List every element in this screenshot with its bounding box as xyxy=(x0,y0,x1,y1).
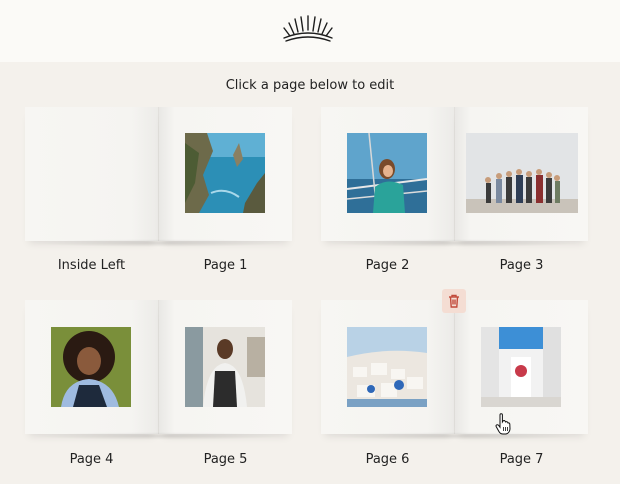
label-page-1: Page 1 xyxy=(203,258,248,273)
trash-icon xyxy=(449,294,459,308)
page-1[interactable] xyxy=(159,107,292,241)
page-5[interactable] xyxy=(159,300,292,434)
santorini-photo xyxy=(347,327,427,407)
label-page-6: Page 6 xyxy=(365,452,410,467)
hand-pointer-icon xyxy=(495,413,511,435)
curly-hair-woman-photo xyxy=(51,327,131,407)
label-page-2: Page 2 xyxy=(365,258,410,273)
sailboat-woman-photo xyxy=(347,133,427,213)
edit-instruction: Click a page below to edit xyxy=(225,78,395,93)
white-alley-photo xyxy=(481,327,561,407)
page-3[interactable] xyxy=(455,107,588,241)
spread-3 xyxy=(25,300,293,440)
page-6[interactable] xyxy=(321,300,454,434)
spread-shadow xyxy=(331,239,579,247)
spread-4 xyxy=(321,300,589,440)
spread-shadow xyxy=(35,239,283,247)
spread-1 xyxy=(25,107,293,247)
page-inside-left[interactable] xyxy=(25,107,158,241)
coastal-cliffs-photo xyxy=(185,133,265,213)
label-page-4: Page 4 xyxy=(69,452,114,467)
top-bar xyxy=(0,0,620,62)
label-page-5: Page 5 xyxy=(203,452,248,467)
label-page-7: Page 7 xyxy=(499,452,544,467)
label-inside-left: Inside Left xyxy=(57,258,126,273)
label-page-3: Page 3 xyxy=(499,258,544,273)
spread-shadow xyxy=(331,432,579,440)
spread-2 xyxy=(321,107,589,247)
group-photo xyxy=(466,133,578,213)
page-4[interactable] xyxy=(25,300,158,434)
spread-shadow xyxy=(35,432,283,440)
page-2[interactable] xyxy=(321,107,454,241)
sunburst-logo-icon xyxy=(283,15,333,42)
man-in-apron-photo xyxy=(185,327,265,407)
page-7[interactable] xyxy=(455,300,588,434)
delete-spread-button[interactable] xyxy=(442,289,466,313)
